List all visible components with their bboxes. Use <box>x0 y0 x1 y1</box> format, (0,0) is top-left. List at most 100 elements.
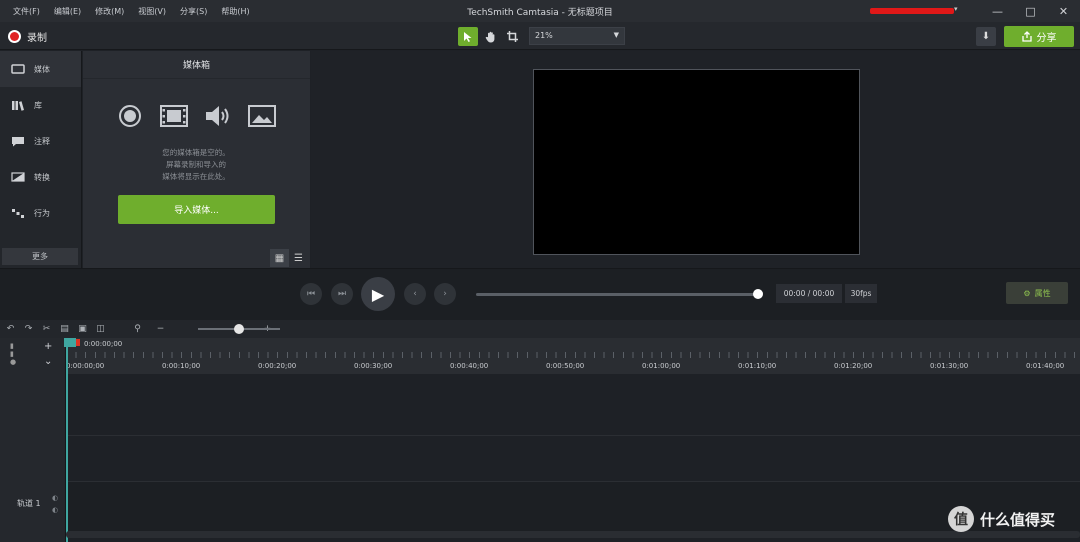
ruler-label: 0:00:50;00 <box>546 362 585 370</box>
transition-icon <box>10 171 26 183</box>
record-button[interactable]: 录制 <box>8 29 47 44</box>
preview-canvas[interactable] <box>533 69 860 255</box>
chevron-down-icon[interactable]: ⌄ <box>44 356 52 367</box>
lock-icon[interactable]: ◐ ◐ <box>52 492 58 516</box>
empty-bin-message: 您的媒体箱是空的。 屏幕录制和导入的 媒体将显示在此处。 <box>162 148 230 181</box>
crop-icon <box>506 31 518 42</box>
track-divider <box>66 435 1080 436</box>
redo-icon[interactable]: ↷ <box>21 324 36 334</box>
paste-icon[interactable]: ▣ <box>75 324 90 334</box>
menu-file[interactable]: 文件(F) <box>6 6 47 17</box>
chevron-left-icon: ‹ <box>413 289 417 299</box>
share-icon <box>1021 31 1032 42</box>
ruler-label: 0:01:20;00 <box>834 362 873 370</box>
next-marker-button[interactable]: › <box>434 283 456 305</box>
account-dropdown-icon[interactable]: ▾ <box>954 5 958 13</box>
split-icon[interactable]: ◫ <box>93 324 108 334</box>
nav-item-label: 库 <box>34 100 42 110</box>
behavior-icon <box>10 207 26 219</box>
step-back-button[interactable]: ⏮ <box>300 283 322 305</box>
pan-tool-button[interactable] <box>480 27 500 46</box>
watermark-text: 什么值得买 <box>980 510 1056 529</box>
scrub-handle[interactable] <box>753 289 763 299</box>
zoom-icon: ⚲ <box>134 324 141 334</box>
ruler-label: 0:00:10;00 <box>162 362 201 370</box>
track-header-column: ▮ ▮ ● + ⌄ 轨道 1 ◐ ◐ <box>0 338 66 542</box>
fps-display: 30fps <box>845 284 877 303</box>
select-tool-button[interactable] <box>458 27 478 46</box>
ruler-label: 0:01:40;00 <box>1026 362 1065 370</box>
download-icon: ⬇ <box>981 31 991 42</box>
playhead-handle[interactable] <box>64 338 76 347</box>
properties-label: 属性 <box>1034 288 1051 298</box>
zoom-select[interactable]: 21% ▼ <box>529 27 625 45</box>
menu-help[interactable]: 帮助(H) <box>214 6 256 17</box>
nav-item-library[interactable]: 库 <box>0 87 81 123</box>
playhead-line <box>66 338 68 542</box>
ruler-label: 0:01:30;00 <box>930 362 969 370</box>
timeline-zoom-handle[interactable] <box>234 324 244 334</box>
nav-item-annotations[interactable]: 注释 <box>0 123 81 159</box>
play-icon: ▶ <box>371 284 385 304</box>
play-button[interactable]: ▶ <box>361 277 395 311</box>
scrub-bar[interactable] <box>476 293 758 296</box>
playback-bar: ⏮ ⏭ ▶ ‹ › 00:00 / 00:00 30fps ⚙ 属性 <box>0 268 1080 320</box>
record-label: 录制 <box>27 33 47 44</box>
time-display: 00:00 / 00:00 <box>776 284 842 303</box>
maximize-button[interactable]: □ <box>1014 0 1047 22</box>
chevron-right-icon: › <box>443 289 447 299</box>
record-icon <box>8 30 21 43</box>
zoom-out-button[interactable]: − <box>153 324 168 334</box>
menu-share[interactable]: 分享(S) <box>173 6 214 17</box>
ruler-label: 0:01:00;00 <box>642 362 681 370</box>
time-ruler[interactable]: 0:00:00;00 0:00:00;00 0:00:10;00 0:00:20… <box>66 338 1080 374</box>
zoom-value: 21% <box>535 31 553 40</box>
timeline-scrollbar[interactable] <box>66 531 1080 538</box>
ruler-label: 0:00:20;00 <box>258 362 297 370</box>
undo-icon[interactable]: ↶ <box>3 324 18 334</box>
track-height-slider[interactable]: ▮ ▮ ● <box>10 342 16 366</box>
playhead-time: 0:00:00;00 <box>84 340 123 348</box>
menu-edit[interactable]: 编辑(E) <box>47 6 88 17</box>
nav-item-behaviors[interactable]: 行为 <box>0 195 81 231</box>
menu-bar: 文件(F) 编辑(E) 修改(M) 视图(V) 分享(S) 帮助(H) <box>0 6 257 17</box>
copy-icon[interactable]: ▤ <box>57 324 72 334</box>
properties-button[interactable]: ⚙ 属性 <box>1006 282 1068 304</box>
watermark: 值 什么值得买 <box>948 506 1055 532</box>
gear-icon: ⚙ <box>1023 288 1031 298</box>
track-1-lane[interactable] <box>66 481 1080 531</box>
annotation-icon <box>10 135 26 147</box>
import-media-button[interactable]: 导入媒体... <box>118 195 275 224</box>
previous-marker-button[interactable]: ‹ <box>404 283 426 305</box>
ruler-label: 0:01:10;00 <box>738 362 777 370</box>
nav-item-media[interactable]: 媒体 <box>0 51 81 87</box>
media-bin-panel: 媒体箱 您的媒体箱是空的。 屏幕录制和导入的 媒体将显示在此处。 导入媒体...… <box>83 51 310 268</box>
image-media-icon <box>247 103 277 129</box>
nav-item-transitions[interactable]: 转换 <box>0 159 81 195</box>
media-bin-title: 媒体箱 <box>83 51 310 79</box>
step-forward-button[interactable]: ⏭ <box>331 283 353 305</box>
crop-tool-button[interactable] <box>502 27 522 46</box>
download-button[interactable]: ⬇ <box>976 27 996 46</box>
timeline-toolbar: ↶ ↷ ✂ ▤ ▣ ◫ ⚲ − + <box>0 320 1080 338</box>
share-button[interactable]: 分享 <box>1004 26 1074 47</box>
list-view-button[interactable]: ☰ <box>289 249 308 267</box>
library-icon <box>10 99 26 111</box>
watermark-badge: 值 <box>948 506 974 532</box>
cut-icon[interactable]: ✂ <box>39 324 54 334</box>
canvas-area <box>311 51 1080 268</box>
video-media-icon <box>159 103 189 129</box>
minimize-button[interactable]: — <box>981 0 1014 22</box>
close-button[interactable]: ✕ <box>1047 0 1080 22</box>
menu-modify[interactable]: 修改(M) <box>88 6 131 17</box>
more-button[interactable]: 更多 <box>2 248 78 265</box>
main-toolbar: 录制 21% ▼ ⬇ 分享 <box>0 22 1080 50</box>
ruler-ticks <box>66 352 1080 358</box>
media-type-icons <box>115 103 277 129</box>
menu-view[interactable]: 视图(V) <box>131 6 173 17</box>
grid-view-button[interactable]: ▦ <box>270 249 289 267</box>
ruler-label: 0:00:40;00 <box>450 362 489 370</box>
account-redacted[interactable] <box>870 8 954 14</box>
add-track-button[interactable]: + <box>44 341 52 352</box>
nav-item-label: 转换 <box>34 172 50 182</box>
